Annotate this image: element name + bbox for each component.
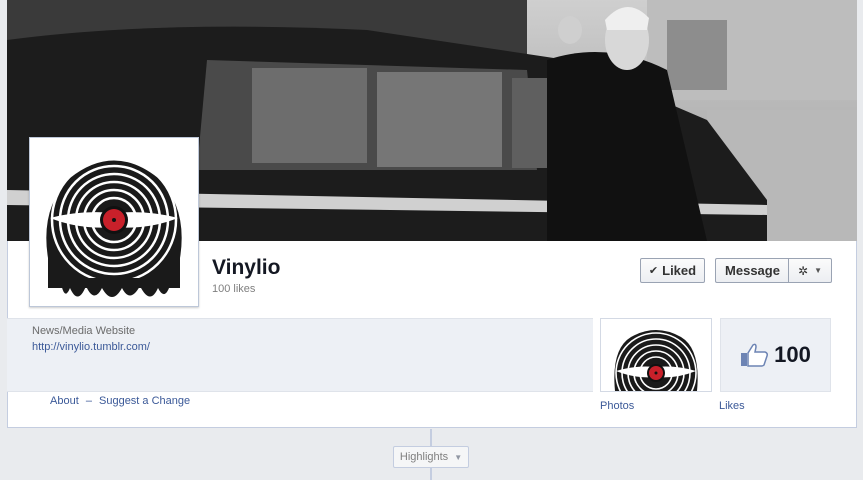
likes-app-box[interactable]: 100: [720, 318, 831, 392]
profile-picture[interactable]: [29, 137, 199, 307]
page-info-box: News/Media Website http://vinylio.tumblr…: [7, 318, 593, 392]
settings-dropdown-button[interactable]: ✲ ▼: [788, 258, 832, 283]
website-link[interactable]: http://vinylio.tumblr.com/: [32, 341, 150, 353]
likes-link[interactable]: Likes: [719, 400, 745, 412]
likes-app-count: 100: [774, 342, 811, 367]
highlights-label: Highlights: [399, 451, 449, 463]
gear-icon: ✲: [798, 263, 809, 278]
liked-button[interactable]: ✔ Liked: [640, 258, 705, 283]
about-link[interactable]: About: [50, 395, 79, 407]
photos-link[interactable]: Photos: [600, 400, 634, 412]
suggest-change-link[interactable]: Suggest a Change: [99, 395, 190, 407]
message-label: Message: [725, 263, 780, 278]
link-separator: –: [85, 395, 92, 407]
message-button[interactable]: Message: [715, 258, 789, 283]
vinyl-logo-icon: [614, 330, 698, 391]
vinyl-logo-icon: [46, 156, 182, 306]
thumbs-up-icon: [741, 343, 769, 367]
likes-count-text: 100 likes: [212, 283, 256, 295]
highlights-dropdown[interactable]: Highlights ▼: [393, 446, 469, 468]
check-icon: ✔: [648, 265, 659, 277]
page-title: Vinylio: [212, 256, 281, 279]
photos-thumbnail[interactable]: [600, 318, 712, 392]
caret-down-icon: ▼: [454, 452, 463, 462]
liked-label: Liked: [662, 263, 697, 278]
caret-down-icon: ▼: [814, 266, 822, 275]
page-category: News/Media Website: [32, 325, 136, 337]
about-links-row: About – Suggest a Change: [50, 395, 194, 407]
